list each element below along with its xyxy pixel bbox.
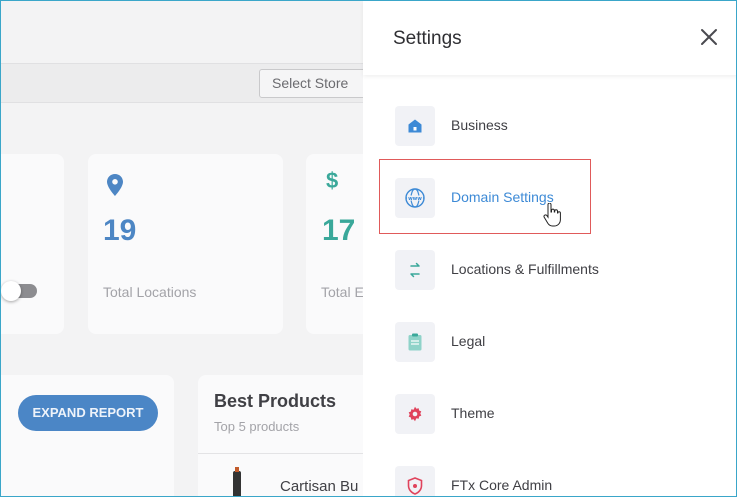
swap-icon — [395, 250, 435, 290]
best-products-subtitle: Top 5 products — [214, 419, 300, 434]
report-card — [1, 375, 174, 496]
clipboard-icon — [395, 322, 435, 362]
dollar-icon: $ — [326, 168, 339, 193]
settings-panel: Settings Business www Domain Settings Lo… — [363, 1, 736, 496]
stat-value: 19 — [103, 214, 137, 247]
product-name[interactable]: Cartisan Bu — [280, 478, 358, 495]
shield-icon — [395, 466, 435, 496]
settings-item-ftx-core-admin[interactable]: FTx Core Admin — [395, 466, 695, 496]
home-icon — [395, 106, 435, 146]
stat-card-partial — [1, 154, 64, 334]
best-products-title: Best Products — [214, 391, 337, 411]
settings-item-legal[interactable]: Legal — [395, 322, 695, 362]
stat-card-locations: 19 Total Locations — [88, 154, 283, 334]
hand-cursor-icon — [543, 203, 561, 227]
settings-title: Settings — [393, 28, 462, 49]
toggle-switch[interactable] — [1, 281, 37, 301]
divider — [198, 453, 363, 454]
dashboard-background: Select Store 19 Total Locations $ 17 Tot… — [1, 1, 386, 496]
product-thumbnail — [233, 467, 241, 496]
gear-icon — [395, 394, 435, 434]
store-bar: Select Store — [1, 63, 369, 103]
settings-item-business[interactable]: Business — [395, 106, 695, 146]
settings-item-locations-fulfillments[interactable]: Locations & Fulfillments — [395, 250, 695, 290]
toggle-knob — [1, 281, 21, 301]
settings-item-label: Legal — [451, 333, 486, 349]
app-window: Select Store 19 Total Locations $ 17 Tot… — [0, 0, 737, 497]
expand-report-button[interactable]: EXPAND REPORT — [18, 395, 158, 431]
close-icon[interactable] — [699, 27, 719, 47]
settings-item-label: Business — [451, 117, 508, 133]
settings-item-label: Domain Settings — [451, 189, 554, 205]
globe-icon: www — [395, 178, 435, 218]
top-bar — [1, 1, 363, 63]
settings-item-label: Locations & Fulfillments — [451, 261, 599, 277]
settings-item-label: FTx Core Admin — [451, 477, 553, 493]
settings-header: Settings — [363, 1, 736, 75]
stat-value: 17 — [322, 214, 356, 247]
svg-text:www: www — [408, 196, 422, 202]
stat-label: Total E — [321, 284, 364, 300]
location-pin-icon — [107, 174, 123, 196]
settings-item-theme[interactable]: Theme — [395, 394, 695, 434]
stat-label: Total Locations — [103, 284, 197, 300]
settings-item-label: Theme — [451, 405, 495, 421]
select-store-dropdown[interactable]: Select Store — [259, 69, 369, 98]
